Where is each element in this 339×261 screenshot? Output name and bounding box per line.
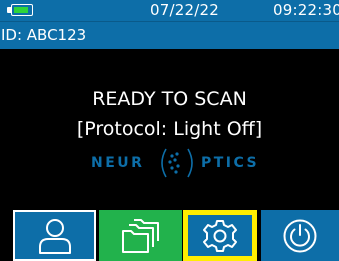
folders-icon <box>121 218 159 253</box>
status-bar: 07/22/22 09:22:30 <box>0 0 339 21</box>
power-icon <box>283 219 317 252</box>
logo-eye-icon <box>161 148 193 178</box>
patient-id-bar: ID: ABC123 <box>0 21 339 49</box>
logo-text-left: NEUR <box>91 155 145 171</box>
patient-id-label: ID: ABC123 <box>1 26 87 44</box>
protocol-message: [Protocol: Light Off] <box>76 118 263 140</box>
logo-text-right: PTICS <box>201 155 260 171</box>
battery-icon <box>11 4 33 16</box>
person-icon <box>38 218 71 254</box>
device-screen: 07/22/22 09:22:30 ID: ABC123 READY TO SC… <box>0 0 339 261</box>
battery-fill <box>13 6 28 13</box>
status-time: 09:22:30 <box>273 1 339 19</box>
power-button[interactable] <box>261 210 339 261</box>
gear-icon <box>203 219 237 252</box>
settings-button[interactable] <box>183 210 257 261</box>
records-button[interactable] <box>99 210 182 261</box>
bottom-toolbar <box>0 210 339 261</box>
status-date: 07/22/22 <box>150 1 219 19</box>
neuroptics-logo: NEUR PTICS <box>88 145 263 179</box>
status-message: READY TO SCAN <box>92 88 247 110</box>
patient-button[interactable] <box>13 210 96 261</box>
